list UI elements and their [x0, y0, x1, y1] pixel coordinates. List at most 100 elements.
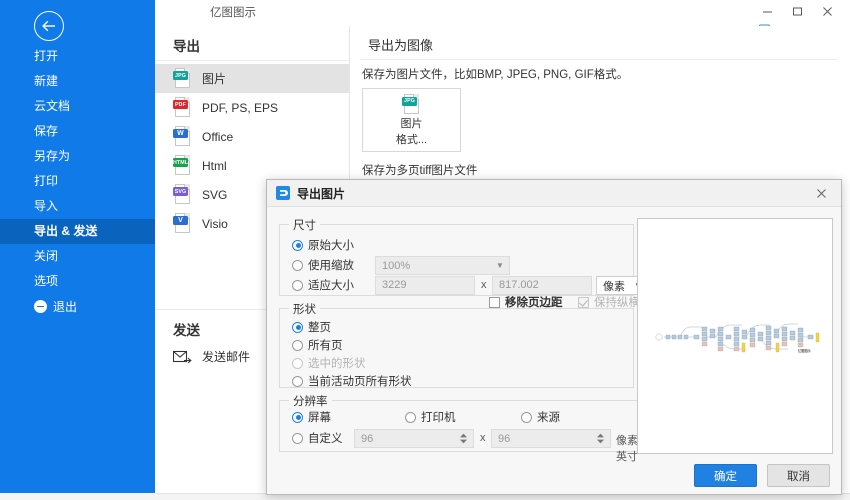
page-title: 导出为图像: [368, 38, 434, 53]
divider: [155, 60, 349, 61]
word-file-icon: W: [173, 126, 192, 147]
preview-watermark: 亿图图示: [798, 348, 811, 353]
eddx-app-icon: [276, 186, 290, 200]
shape-group-legend: 形状: [289, 301, 320, 317]
export-preview: 亿图图示: [637, 218, 833, 454]
dialog-title-bar: 导出图片: [267, 180, 841, 207]
export-item-label: 图片: [202, 72, 227, 86]
export-item-office[interactable]: W Office: [155, 122, 349, 151]
visio-file-icon: V: [173, 213, 192, 234]
close-icon[interactable]: [812, 0, 842, 22]
radio-label: 当前活动页所有形状: [308, 376, 412, 388]
back-arrow-icon[interactable]: [34, 11, 64, 41]
radio-label: 使用缩放: [308, 260, 354, 272]
jpg-file-icon: JPG: [402, 93, 421, 115]
radio-custom[interactable]: 自定义: [292, 430, 343, 446]
format-card-line2: 格式...: [395, 133, 428, 146]
radio-source[interactable]: 来源: [521, 409, 560, 425]
radio-selected-shapes: 选中的形状: [292, 355, 366, 371]
radio-screen[interactable]: 屏幕: [292, 409, 331, 425]
preview-thumbnail: 亿图图示: [650, 319, 822, 354]
divider: [360, 59, 838, 60]
minimize-icon[interactable]: [752, 0, 782, 22]
radio-indicator: [292, 321, 303, 333]
radio-use-scale[interactable]: 使用缩放: [292, 257, 354, 273]
sidebar-item-save-as[interactable]: 另存为: [0, 144, 155, 169]
sidebar: 打开 新建 云文档 保存 另存为 打印 导入 导出 & 发送 关闭 选项 退出: [0, 0, 155, 493]
window-title: 亿图图示: [210, 7, 256, 19]
jpg-file-icon: JPG: [173, 68, 192, 89]
send-item-email[interactable]: 发送邮件: [172, 348, 251, 365]
export-item-label: Html: [202, 158, 227, 173]
sidebar-item-open[interactable]: 打开: [0, 44, 155, 69]
sidebar-item-close[interactable]: 关闭: [0, 244, 155, 269]
radio-indicator: [292, 375, 303, 387]
width-input[interactable]: 3229: [375, 276, 475, 295]
radio-label: 所有页: [308, 340, 343, 352]
size-group: 尺寸 原始大小 使用缩放 100% ▼ 适应大小 3229 x 817.002 …: [279, 217, 648, 296]
radio-indicator: [292, 432, 303, 444]
shape-group: 形状 整页 所有页 选中的形状 当前活动页所有形状: [279, 301, 634, 389]
scale-value: 100%: [382, 259, 411, 272]
dpi-y-value: 96: [498, 432, 511, 445]
sidebar-item-options[interactable]: 选项: [0, 269, 155, 294]
pdf-file-icon: PDF: [173, 97, 192, 118]
radio-indicator: [521, 411, 532, 423]
image-format-card[interactable]: JPG 图片 格式...: [362, 88, 461, 152]
height-input[interactable]: 817.002: [492, 276, 592, 295]
radio-original-size[interactable]: 原始大小: [292, 237, 354, 253]
radio-printer[interactable]: 打印机: [405, 409, 456, 425]
export-item-html[interactable]: HTML Html: [155, 151, 349, 180]
export-item-label: PDF, PS, EPS: [202, 100, 279, 115]
dpi-x-stepper[interactable]: 96: [354, 429, 474, 448]
chevron-down-icon: ▼: [496, 261, 504, 270]
send-heading: 发送: [173, 323, 200, 338]
export-heading: 导出: [173, 39, 200, 54]
radio-whole-page[interactable]: 整页: [292, 319, 331, 335]
radio-label: 原始大小: [308, 240, 354, 252]
sidebar-menu: 打开 新建 云文档 保存 另存为 打印 导入 导出 & 发送 关闭 选项 退出: [0, 44, 155, 319]
svg-file-icon: SVG: [173, 184, 192, 205]
exit-icon: [34, 300, 47, 313]
send-item-label: 发送邮件: [202, 350, 251, 364]
sidebar-item-exit-label: 退出: [53, 300, 78, 314]
sidebar-item-import[interactable]: 导入: [0, 194, 155, 219]
html-file-icon: HTML: [173, 155, 192, 176]
stepper-arrows[interactable]: [594, 433, 610, 444]
sidebar-item-print[interactable]: 打印: [0, 169, 155, 194]
title-bar: 亿图图示 亿图图示: [155, 0, 850, 39]
export-item-image[interactable]: JPG 图片: [155, 64, 349, 93]
dpi-x-separator: x: [480, 432, 486, 444]
radio-label: 自定义: [308, 433, 343, 445]
checkbox-indicator: [578, 296, 589, 308]
sidebar-item-save[interactable]: 保存: [0, 119, 155, 144]
radio-all-pages[interactable]: 所有页: [292, 337, 343, 353]
sidebar-item-export-send[interactable]: 导出 & 发送: [0, 219, 155, 244]
radio-indicator: [292, 339, 303, 351]
radio-label: 来源: [537, 412, 560, 424]
close-icon[interactable]: [801, 180, 841, 207]
mail-send-icon: [172, 349, 192, 365]
sidebar-item-cloud-doc[interactable]: 云文档: [0, 94, 155, 119]
dpi-y-stepper[interactable]: 96: [491, 429, 611, 448]
export-item-pdf-ps-eps[interactable]: PDF PDF, PS, EPS: [155, 93, 349, 122]
export-item-label: Visio: [202, 216, 228, 231]
radio-label: 打印机: [421, 412, 456, 424]
sidebar-item-new[interactable]: 新建: [0, 69, 155, 94]
radio-indicator: [292, 411, 303, 423]
radio-all-shapes-current-page[interactable]: 当前活动页所有形状: [292, 373, 412, 389]
preview-diagram: 亿图图示: [650, 319, 822, 354]
stepper-arrows[interactable]: [457, 433, 473, 444]
radio-indicator: [292, 239, 303, 251]
maximize-icon[interactable]: [782, 0, 812, 22]
sidebar-item-exit[interactable]: 退出: [0, 294, 155, 319]
window-controls: [752, 0, 842, 22]
radio-label: 屏幕: [308, 412, 331, 424]
export-item-label: SVG: [202, 187, 228, 202]
scale-dropdown[interactable]: 100% ▼: [375, 256, 510, 275]
confirm-button[interactable]: 确定: [694, 464, 757, 487]
radio-fit-size[interactable]: 适应大小: [292, 277, 354, 293]
checkbox-indicator: [489, 296, 500, 308]
cancel-button[interactable]: 取消: [767, 464, 830, 487]
panel-description-2: 保存为多页tiff图片文件: [362, 165, 478, 177]
